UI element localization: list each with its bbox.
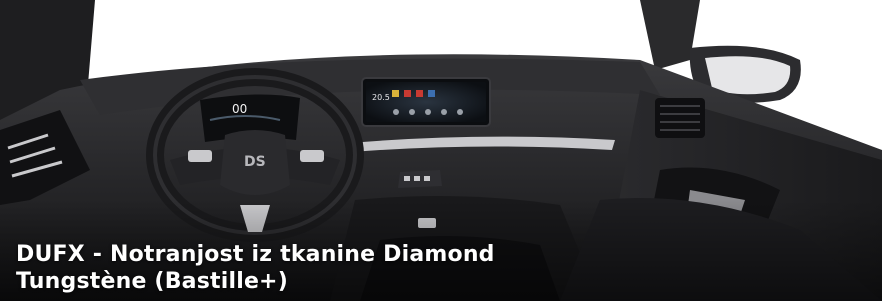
app-tile-yellow xyxy=(392,90,399,97)
steering-controls-right xyxy=(300,150,324,162)
air-vent-right xyxy=(655,98,705,138)
infotainment-display xyxy=(366,82,486,122)
app-tile-red xyxy=(404,90,411,97)
caption-line-2: Tungstène (Bastille+) xyxy=(16,269,288,294)
steering-controls-left xyxy=(188,150,212,162)
interior-option-caption: DUFX - Notranjost iz tkanine Diamond Tun… xyxy=(16,241,636,295)
speed-readout: 00 xyxy=(232,102,247,116)
app-tile-blue xyxy=(428,90,435,97)
ds-logo: DS xyxy=(244,154,266,170)
temperature-readout: 20.5 xyxy=(372,93,390,102)
caption-line-1: DUFX - Notranjost iz tkanine Diamond xyxy=(16,242,495,267)
climate-buttons xyxy=(404,176,430,181)
app-tile-red-2 xyxy=(416,90,423,97)
mirror-glass xyxy=(705,56,791,95)
car-interior-photo: 20.5 00 DS DUFX - Notranjost iz tkanine … xyxy=(0,0,882,301)
